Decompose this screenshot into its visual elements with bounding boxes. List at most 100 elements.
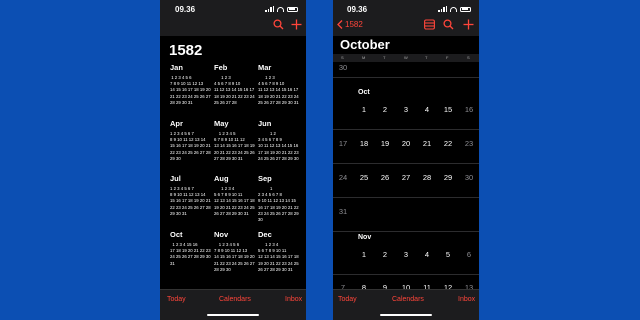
toolbar: 1582 xyxy=(333,16,479,36)
mini-month-week: 12 13 14 15 16 17 18 xyxy=(214,198,255,204)
mini-month-apr[interactable]: Apr 1 2 3 4 5 6 78 9 10 11 12 13 14 15 16 … xyxy=(170,119,212,162)
search-icon[interactable] xyxy=(273,19,284,32)
weekday-label: S xyxy=(467,55,470,60)
mini-month-week: 19 20 21 22 23 24 25 xyxy=(258,260,299,266)
year-title: 1582 xyxy=(169,42,203,59)
tab-inbox[interactable]: Inbox xyxy=(458,296,475,303)
battery-icon xyxy=(460,6,471,12)
signal-icon xyxy=(438,6,447,12)
day-cell[interactable]: 1 xyxy=(357,105,371,114)
day-cell[interactable]: 31 xyxy=(336,207,350,216)
day-cell[interactable]: 22 xyxy=(441,139,455,148)
day-cell[interactable]: 18 xyxy=(357,139,371,148)
mini-month-week: 12 13 14 15 16 17 18 xyxy=(258,254,299,260)
mini-month-week: 24 25 26 27 28 29 30 xyxy=(170,254,211,260)
back-button[interactable]: 1582 xyxy=(337,20,363,29)
mini-month-week: 25 26 27 28 29 30 31 xyxy=(258,99,299,105)
day-cell[interactable]: 19 xyxy=(378,139,392,148)
day-cell[interactable]: 28 xyxy=(420,173,434,182)
day-cell[interactable]: 20 xyxy=(399,139,413,148)
day-cell[interactable]: 27 xyxy=(399,173,413,182)
mini-month-may[interactable]: May 1 2 3 4 56 7 8 9 10 11 12 13 14 15 16… xyxy=(214,119,256,162)
mini-month-week: 9 10 11 12 13 14 15 xyxy=(258,198,296,204)
mini-month-sep[interactable]: Sep 12 3 4 5 6 7 89 10 11 12 13 14 15 16 … xyxy=(258,174,300,223)
mini-month-week: 11 12 13 14 15 16 17 xyxy=(258,87,299,93)
week-divider xyxy=(333,129,479,130)
wifi-icon xyxy=(277,6,284,12)
tab-inbox[interactable]: Inbox xyxy=(285,296,302,303)
day-cell[interactable]: 25 xyxy=(357,173,371,182)
mini-month-week: 15 16 17 18 19 20 21 xyxy=(170,198,211,204)
mini-month-dec[interactable]: Dec 1 2 3 45 6 7 8 9 10 11 12 13 14 15 16… xyxy=(258,230,300,273)
tab-calendars[interactable]: Calendars xyxy=(392,296,424,303)
mini-month-week: 18 19 20 21 22 23 24 xyxy=(214,93,255,99)
day-cell[interactable]: 30 xyxy=(336,63,350,72)
day-cell[interactable]: 23 xyxy=(462,139,476,148)
status-time: 09.36 xyxy=(175,5,196,14)
day-cell[interactable]: 1 xyxy=(357,250,371,259)
chevron-left-icon xyxy=(337,20,343,29)
mini-month-week: 28 29 30 31 xyxy=(170,99,193,105)
tab-today[interactable]: Today xyxy=(338,296,357,303)
mini-month-week: 17 18 19 20 21 22 23 xyxy=(258,149,299,155)
day-cell[interactable]: 4 xyxy=(420,250,434,259)
mini-month-name: Feb xyxy=(214,63,228,72)
mini-month-week: 22 23 24 25 26 27 28 xyxy=(170,204,211,210)
mini-month-week: 29 30 31 xyxy=(170,210,187,216)
mini-month-week: 19 20 21 22 23 24 25 xyxy=(214,204,255,210)
day-cell[interactable]: 3 xyxy=(399,250,413,259)
search-icon[interactable] xyxy=(443,19,454,32)
weekday-header: SMTWTFS xyxy=(333,54,479,62)
mini-month-jun[interactable]: Jun 1 23 4 5 6 7 8 9 10 11 12 13 14 15 16… xyxy=(258,119,300,162)
mini-month-aug[interactable]: Aug 1 2 3 45 6 7 8 9 10 11 12 13 14 15 16… xyxy=(214,174,256,217)
mini-month-jul[interactable]: Jul 1 2 3 4 5 6 78 9 10 11 12 13 14 15 16 … xyxy=(170,174,212,217)
day-cell[interactable]: 29 xyxy=(441,173,455,182)
mini-month-oct[interactable]: Oct 1 2 3 4 15 16 17 18 19 20 21 22 23 24 … xyxy=(170,230,212,267)
day-cell[interactable]: 2 xyxy=(378,250,392,259)
mini-month-week: 20 21 22 23 24 25 26 xyxy=(214,149,255,155)
day-cell[interactable]: 2 xyxy=(378,105,392,114)
day-cell[interactable]: 3 xyxy=(399,105,413,114)
day-cell[interactable]: 15 xyxy=(441,105,455,114)
day-cell[interactable]: 26 xyxy=(378,173,392,182)
mini-month-feb[interactable]: Feb 1 2 34 5 6 7 8 9 10 11 12 13 14 15 16… xyxy=(214,63,256,106)
weekday-label: T xyxy=(425,55,428,60)
signal-icon xyxy=(265,6,274,12)
mini-month-name: Apr xyxy=(170,119,183,128)
mini-month-week: 15 16 17 18 19 20 21 xyxy=(170,143,211,149)
mini-month-week: 25 26 27 28 xyxy=(214,99,237,105)
mini-month-week: 18 19 20 21 22 23 24 xyxy=(258,93,299,99)
day-cell[interactable]: 5 xyxy=(441,250,455,259)
week-divider xyxy=(333,274,479,275)
list-view-icon[interactable] xyxy=(424,19,435,32)
mini-month-name: Nov xyxy=(214,230,229,239)
mini-month-week: 24 25 26 27 28 29 30 xyxy=(258,155,299,161)
day-cell[interactable]: 24 xyxy=(336,173,350,182)
add-event-icon[interactable] xyxy=(291,19,302,32)
mini-month-week: 16 17 18 19 20 21 22 xyxy=(258,204,299,210)
mini-month-week: 14 15 16 17 18 19 20 xyxy=(170,87,211,93)
mini-month-nov[interactable]: Nov 1 2 3 4 5 67 8 9 10 11 12 13 14 15 16… xyxy=(214,230,256,273)
day-cell[interactable]: 30 xyxy=(462,173,476,182)
tab-today[interactable]: Today xyxy=(167,296,186,303)
mini-month-jan[interactable]: Jan 1 2 3 4 5 67 8 9 10 11 12 13 14 15 16… xyxy=(170,63,212,106)
week-divider xyxy=(333,77,479,78)
mini-month-week: 23 24 25 26 27 28 29 xyxy=(258,210,299,216)
tab-calendars[interactable]: Calendars xyxy=(219,296,251,303)
mini-month-mar[interactable]: Mar 1 2 34 5 6 7 8 9 10 11 12 13 14 15 16… xyxy=(258,63,300,106)
day-cell[interactable]: 6 xyxy=(462,250,476,259)
mini-month-week: 14 15 16 17 18 19 20 xyxy=(214,254,255,260)
mini-month-name: Jan xyxy=(170,63,183,72)
mini-month-name: Mar xyxy=(258,63,272,72)
week-divider xyxy=(333,231,479,232)
day-cell[interactable]: 17 xyxy=(336,139,350,148)
add-event-icon[interactable] xyxy=(463,19,474,32)
day-cell[interactable]: 4 xyxy=(420,105,434,114)
mini-month-week: 11 12 13 14 15 16 17 xyxy=(214,87,255,93)
day-cell[interactable]: 16 xyxy=(462,105,476,114)
mini-month-week: 26 27 28 29 30 31 xyxy=(258,266,293,272)
mini-month-week: 30 xyxy=(258,217,263,223)
month-section-label: Nov xyxy=(358,234,372,241)
day-cell[interactable]: 21 xyxy=(420,139,434,148)
status-icons xyxy=(265,6,298,12)
